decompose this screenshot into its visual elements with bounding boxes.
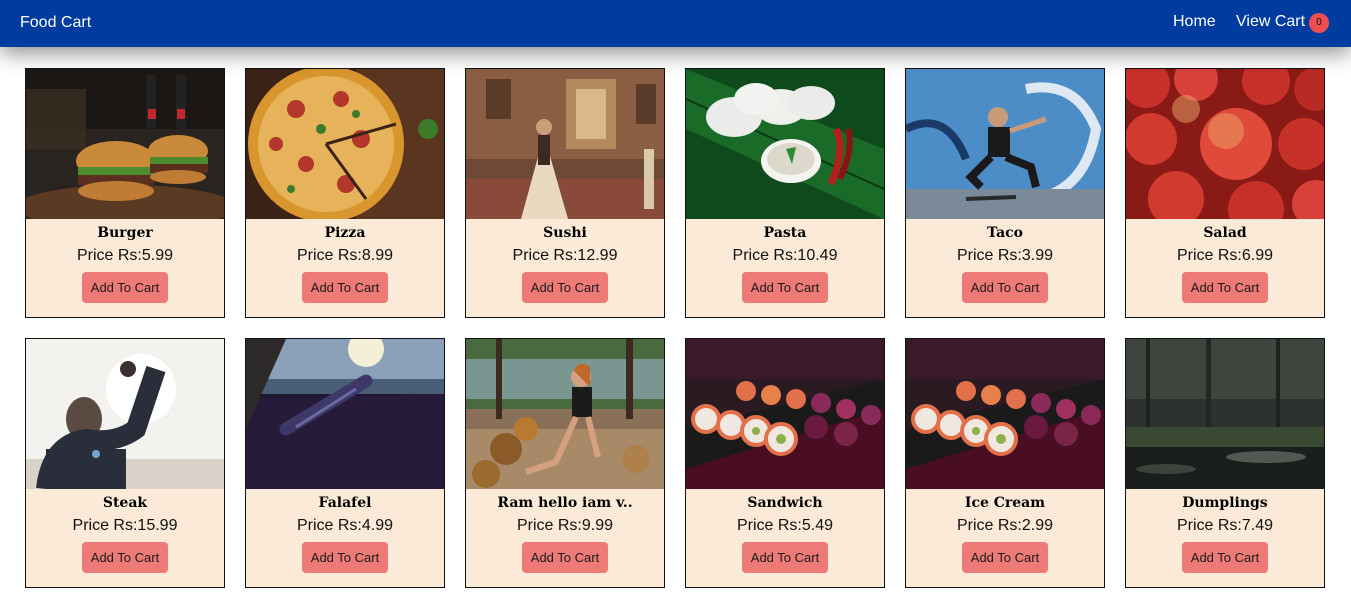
- product-name: Pizza: [324, 225, 366, 241]
- add-to-cart-button[interactable]: Add To Cart: [961, 272, 1049, 303]
- product-name: Steak: [102, 495, 148, 511]
- product-price: Price Rs:10.49: [732, 247, 838, 264]
- product-price: Price Rs:12.99: [512, 247, 618, 264]
- cannon-seaside-photo: [246, 339, 444, 489]
- add-to-cart-button[interactable]: Add To Cart: [521, 272, 609, 303]
- product-name: Sushi: [543, 225, 587, 241]
- product-price: Price Rs:9.99: [516, 517, 614, 534]
- add-to-cart-button[interactable]: Add To Cart: [1181, 272, 1269, 303]
- product-card: Sushi Price Rs:12.99 Add To Cart: [465, 68, 665, 318]
- product-card: Falafel Price Rs:4.99 Add To Cart: [245, 338, 445, 588]
- product-name: Dumplings: [1182, 495, 1268, 511]
- product-price: Price Rs:7.49: [1176, 517, 1274, 534]
- pizza-photo: [246, 69, 444, 219]
- product-card: Salad Price Rs:6.99 Add To Cart: [1125, 68, 1325, 318]
- woman-autumn-leaves-photo: [466, 339, 664, 489]
- nav-view-cart-link[interactable]: View Cart: [1236, 13, 1305, 31]
- product-card: Ram hello iam v.. Price Rs:9.99 Add To C…: [465, 338, 665, 588]
- product-grid: Burger Price Rs:5.99 Add To Cart Pizza P…: [25, 68, 1325, 588]
- product-card: Steak Price Rs:15.99 Add To Cart: [25, 338, 225, 588]
- add-to-cart-button[interactable]: Add To Cart: [741, 542, 829, 573]
- add-to-cart-button[interactable]: Add To Cart: [961, 542, 1049, 573]
- add-to-cart-button[interactable]: Add To Cart: [741, 272, 829, 303]
- sushi-rolls-photo: [906, 339, 1104, 489]
- product-card: Sandwich Price Rs:5.49 Add To Cart: [685, 338, 885, 588]
- cart-count-badge: 0: [1309, 13, 1329, 33]
- product-price: Price Rs:15.99: [72, 517, 178, 534]
- top-navbar: Food Cart Home View Cart 0: [0, 0, 1351, 47]
- product-card: Dumplings Price Rs:7.49 Add To Cart: [1125, 338, 1325, 588]
- product-card: Taco Price Rs:3.99 Add To Cart: [905, 68, 1105, 318]
- add-to-cart-button[interactable]: Add To Cart: [1181, 542, 1269, 573]
- add-to-cart-button[interactable]: Add To Cart: [521, 542, 609, 573]
- product-name: Taco: [986, 225, 1023, 241]
- idli-plate-photo: [686, 69, 884, 219]
- product-name: Ram hello iam v..: [497, 495, 633, 511]
- burger-photo: [26, 69, 224, 219]
- product-price: Price Rs:5.49: [736, 517, 834, 534]
- sushi-rolls-photo: [686, 339, 884, 489]
- nav-home-link[interactable]: Home: [1173, 13, 1216, 31]
- add-to-cart-button[interactable]: Add To Cart: [81, 542, 169, 573]
- product-price: Price Rs:6.99: [1176, 247, 1274, 264]
- product-name: Falafel: [318, 495, 372, 511]
- dark-pond-photo: [1126, 339, 1324, 489]
- skater-graffiti-photo: [906, 69, 1104, 219]
- product-card: Pasta Price Rs:10.49 Add To Cart: [685, 68, 885, 318]
- product-name: Pasta: [763, 225, 807, 241]
- product-price: Price Rs:5.99: [76, 247, 174, 264]
- apples-photo: [1126, 69, 1324, 219]
- product-name: Ice Cream: [964, 495, 1046, 511]
- add-to-cart-button[interactable]: Add To Cart: [301, 542, 389, 573]
- product-price: Price Rs:2.99: [956, 517, 1054, 534]
- product-name: Sandwich: [747, 495, 823, 511]
- product-name: Burger: [97, 225, 153, 241]
- product-card: Burger Price Rs:5.99 Add To Cart: [25, 68, 225, 318]
- product-card: Ice Cream Price Rs:2.99 Add To Cart: [905, 338, 1105, 588]
- product-card: Pizza Price Rs:8.99 Add To Cart: [245, 68, 445, 318]
- add-to-cart-button[interactable]: Add To Cart: [81, 272, 169, 303]
- product-price: Price Rs:4.99: [296, 517, 394, 534]
- palace-dancer-photo: [466, 69, 664, 219]
- add-to-cart-button[interactable]: Add To Cart: [301, 272, 389, 303]
- product-name: Salad: [1203, 225, 1247, 241]
- product-price: Price Rs:8.99: [296, 247, 394, 264]
- man-raised-fist-photo: [26, 339, 224, 489]
- brand-title[interactable]: Food Cart: [20, 14, 91, 32]
- product-price: Price Rs:3.99: [956, 247, 1054, 264]
